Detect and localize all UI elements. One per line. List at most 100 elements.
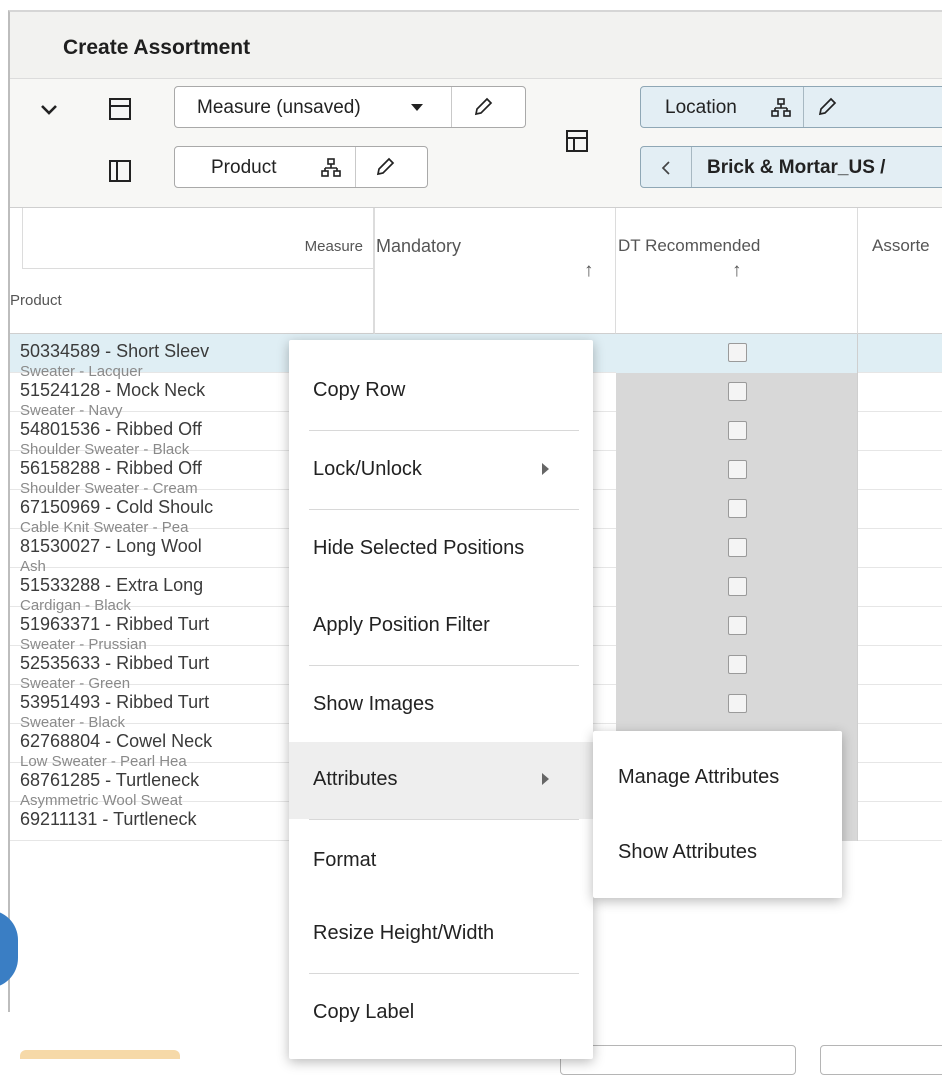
product-cell: 50334589 - Short Sleev bbox=[20, 341, 210, 361]
divider bbox=[309, 430, 579, 431]
menu-item-label: Show Images bbox=[313, 693, 435, 715]
menu-item-apply-position-filter[interactable]: Apply Position Filter bbox=[289, 588, 593, 665]
checkbox[interactable] bbox=[728, 499, 747, 518]
column-header-dt-recommended[interactable]: DT Recommended ↑ bbox=[616, 208, 858, 334]
product-cell: 67150969 - Cold Shoulc bbox=[20, 497, 214, 517]
corner-header: Measure Product bbox=[10, 208, 374, 334]
menu-item-label: Copy Row bbox=[313, 379, 406, 401]
toolbar: Measure (unsaved) Product Location Brick… bbox=[10, 79, 942, 208]
pencil-icon[interactable] bbox=[817, 97, 837, 117]
divider bbox=[309, 973, 579, 974]
checkbox[interactable] bbox=[728, 577, 747, 596]
dt-recommended-cell bbox=[616, 451, 858, 490]
caret-down-icon[interactable] bbox=[411, 104, 423, 112]
menu-item-resize-height-width[interactable]: Resize Height/Width bbox=[289, 896, 593, 973]
measure-dropdown[interactable]: Measure (unsaved) bbox=[174, 86, 526, 128]
divider bbox=[355, 147, 356, 187]
product-cell: 54801536 - Ribbed Off bbox=[20, 419, 202, 439]
menu-item-label: Resize Height/Width bbox=[313, 922, 495, 944]
pivot-icon[interactable] bbox=[565, 129, 589, 153]
column-header-label: DT Recommended bbox=[618, 236, 761, 255]
hierarchy-icon[interactable] bbox=[771, 98, 791, 118]
menu-item-copy-row[interactable]: Copy Row bbox=[289, 353, 593, 430]
product-cell: 53951493 - Ribbed Turt bbox=[20, 692, 210, 712]
menu-item-format[interactable]: Format bbox=[289, 823, 593, 900]
menu-item-label: Attributes bbox=[313, 768, 398, 790]
sort-ascending-icon[interactable]: ↑ bbox=[732, 260, 742, 282]
checkbox[interactable] bbox=[728, 343, 747, 362]
footer-accent bbox=[20, 1050, 180, 1059]
divider bbox=[22, 268, 374, 269]
page-title: Create Assortment bbox=[63, 36, 251, 59]
divider bbox=[309, 819, 579, 820]
dt-recommended-cell bbox=[616, 685, 858, 724]
checkbox[interactable] bbox=[728, 655, 747, 674]
product-cell: 69211131 - Turtleneck bbox=[20, 809, 197, 829]
footer-button[interactable] bbox=[820, 1045, 942, 1075]
pencil-icon[interactable] bbox=[473, 97, 493, 117]
context-menu: Copy Row Lock/Unlock Hide Selected Posit… bbox=[289, 340, 593, 1059]
product-cell: 51963371 - Ribbed Turt bbox=[20, 614, 210, 634]
submenu-arrow-icon bbox=[542, 773, 549, 785]
dt-recommended-cell bbox=[616, 412, 858, 451]
column-header-mandatory[interactable]: Mandatory ↑ bbox=[374, 208, 616, 334]
menu-item-label: Show Attributes bbox=[618, 841, 757, 863]
row-layout-icon[interactable] bbox=[108, 97, 132, 121]
product-cell: 62768804 - Cowel Neck bbox=[20, 731, 213, 751]
measure-axis-label: Measure bbox=[304, 238, 363, 255]
chevron-down-icon[interactable] bbox=[38, 99, 60, 121]
submenu-arrow-icon bbox=[542, 463, 549, 475]
column-header-label: Mandatory bbox=[376, 236, 462, 256]
title-bar: Create Assortment bbox=[10, 12, 942, 79]
footer-button[interactable] bbox=[560, 1045, 796, 1075]
divider bbox=[451, 87, 452, 127]
attributes-submenu: Manage Attributes Show Attributes bbox=[593, 731, 842, 898]
pencil-icon[interactable] bbox=[375, 157, 395, 177]
menu-item-label: Lock/Unlock bbox=[313, 458, 422, 480]
chevron-left-icon[interactable] bbox=[661, 161, 671, 175]
menu-item-attributes[interactable]: Attributes bbox=[289, 742, 593, 819]
menu-item-show-attributes[interactable]: Show Attributes bbox=[593, 819, 842, 891]
dt-recommended-cell bbox=[616, 607, 858, 646]
product-axis-label: Product bbox=[10, 292, 62, 309]
product-cell: 51533288 - Extra Long bbox=[20, 575, 204, 595]
menu-item-label: Manage Attributes bbox=[618, 766, 780, 788]
menu-item-lock-unlock[interactable]: Lock/Unlock bbox=[289, 432, 593, 509]
checkbox[interactable] bbox=[728, 421, 747, 440]
sort-ascending-icon[interactable]: ↑ bbox=[584, 260, 594, 282]
menu-item-label: Apply Position Filter bbox=[313, 614, 490, 636]
product-dimension[interactable]: Product bbox=[174, 146, 428, 188]
measure-dropdown-label: Measure (unsaved) bbox=[197, 97, 361, 118]
location-dimension[interactable]: Location bbox=[640, 86, 942, 128]
location-breadcrumb[interactable]: Brick & Mortar_US / bbox=[640, 146, 942, 188]
dt-recommended-cell bbox=[616, 490, 858, 529]
product-cell: 56158288 - Ribbed Off bbox=[20, 458, 202, 478]
dt-recommended-cell bbox=[616, 646, 858, 685]
checkbox[interactable] bbox=[728, 616, 747, 635]
divider bbox=[22, 208, 23, 268]
column-header-assorted[interactable]: Assorte bbox=[858, 208, 942, 334]
divider bbox=[691, 147, 692, 187]
menu-item-hide-selected-positions[interactable]: Hide Selected Positions bbox=[289, 511, 593, 588]
dt-recommended-cell bbox=[616, 529, 858, 568]
menu-item-show-images[interactable]: Show Images bbox=[289, 667, 593, 744]
divider bbox=[309, 509, 579, 510]
menu-item-manage-attributes[interactable]: Manage Attributes bbox=[593, 744, 842, 816]
column-layout-icon[interactable] bbox=[108, 159, 132, 183]
hierarchy-icon[interactable] bbox=[321, 158, 341, 178]
product-cell: 52535633 - Ribbed Turt bbox=[20, 653, 210, 673]
column-header-label: Assorte bbox=[872, 236, 930, 255]
location-dimension-label: Location bbox=[665, 97, 737, 118]
dt-recommended-cell bbox=[616, 373, 858, 412]
location-path: Brick & Mortar_US / bbox=[707, 157, 886, 178]
menu-item-copy-label[interactable]: Copy Label bbox=[289, 975, 593, 1052]
divider bbox=[309, 665, 579, 666]
menu-item-label: Format bbox=[313, 849, 377, 871]
checkbox[interactable] bbox=[728, 460, 747, 479]
product-dimension-label: Product bbox=[211, 157, 277, 178]
dt-recommended-cell bbox=[616, 334, 858, 373]
checkbox[interactable] bbox=[728, 382, 747, 401]
checkbox[interactable] bbox=[728, 538, 747, 557]
product-cell: 51524128 - Mock Neck bbox=[20, 380, 206, 400]
checkbox[interactable] bbox=[728, 694, 747, 713]
